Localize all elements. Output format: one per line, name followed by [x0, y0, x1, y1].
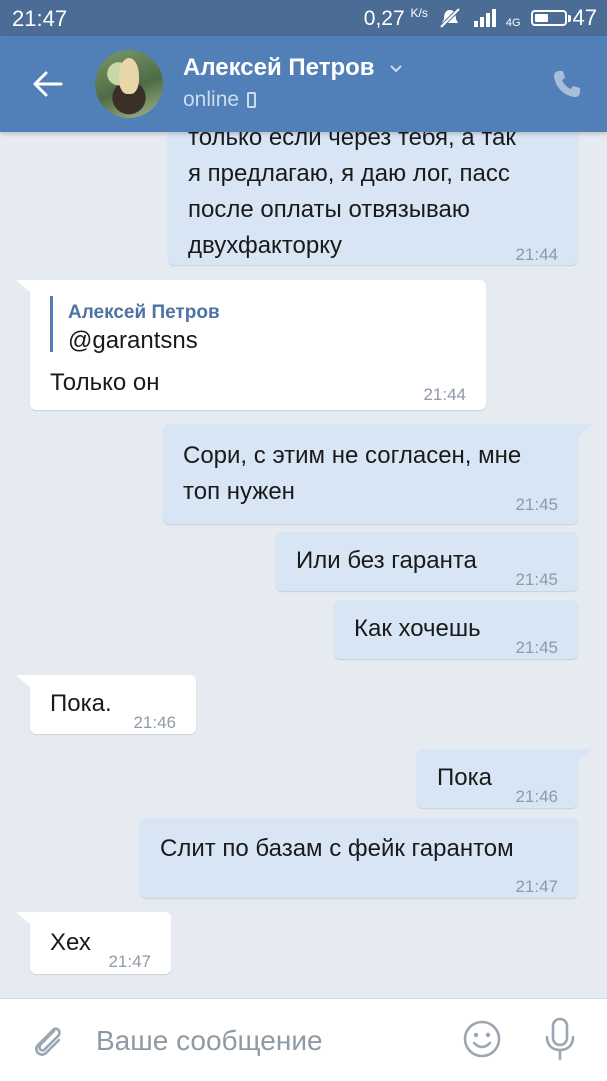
status-bar: 21:47 0,27 K/s 4G 47: [0, 0, 607, 36]
bubble-tail: [16, 675, 34, 691]
message-text: Или без гаранта: [296, 547, 477, 574]
message-outgoing[interactable]: Пока 21:46: [417, 749, 592, 808]
message-text: Хех: [50, 929, 91, 956]
chat-header: Алексей Петров online: [0, 36, 607, 132]
phone-icon[interactable]: [551, 68, 583, 100]
message-outgoing[interactable]: Или без гаранта 21:45: [276, 532, 578, 591]
message-line: топ нужен: [183, 478, 295, 505]
message-text: только если через тебя, а так я предлага…: [188, 132, 516, 264]
message-incoming[interactable]: Хех 21:47: [16, 912, 171, 974]
paperclip-icon[interactable]: [28, 1021, 68, 1061]
message-outgoing[interactable]: Слит по базам с фейк гарантом 21:47: [140, 818, 578, 898]
message-list[interactable]: только если через тебя, а так я предлага…: [0, 132, 607, 998]
online-status: online: [183, 88, 240, 111]
contact-name-button[interactable]: Алексей Петров: [183, 54, 403, 82]
avatar[interactable]: [95, 50, 163, 118]
bubble-tail: [574, 424, 592, 440]
message-time: 21:45: [515, 638, 558, 657]
quote-text[interactable]: @garantsns: [68, 324, 198, 358]
message-outgoing[interactable]: Сори, с этим не согласен, мне топ нужен …: [163, 424, 592, 524]
message-time: 21:47: [515, 877, 558, 896]
contact-status: online: [183, 88, 257, 112]
message-line: я предлагаю, я даю лог, пасс: [188, 160, 510, 187]
message-text: Как хочешь: [354, 615, 481, 642]
arrow-left-icon[interactable]: [30, 66, 66, 102]
bubble-tail: [16, 912, 34, 928]
battery-level: 47: [572, 5, 597, 30]
message-line: после оплаты отвязываю: [188, 196, 470, 223]
message-incoming[interactable]: Пока. 21:46: [16, 675, 196, 734]
mute-icon: [439, 7, 461, 29]
message-time: 21:44: [515, 245, 558, 264]
network-speed-unit: K/s: [410, 5, 428, 20]
bubble-tail: [574, 749, 592, 765]
network-speed: 0,27 K/s: [364, 6, 428, 31]
message-time: 21:45: [515, 495, 558, 514]
microphone-icon[interactable]: [540, 1017, 580, 1061]
battery-icon: [530, 10, 571, 26]
message-line: двухфакторку: [188, 232, 343, 259]
quote-bar: [50, 296, 53, 352]
network-speed-value: 0,27: [363, 6, 405, 30]
chevron-down-icon: [390, 64, 402, 73]
mobile-phone-icon: [247, 92, 257, 108]
battery-indicator: 47: [530, 5, 597, 31]
network-type-label: 4G: [505, 17, 521, 29]
contact-name: Алексей Петров: [183, 54, 375, 81]
message-time: 21:47: [108, 952, 151, 971]
battery-fill: [534, 14, 548, 22]
message-time: 21:46: [133, 713, 176, 732]
smile-icon[interactable]: [462, 1019, 502, 1059]
message-composer: [0, 998, 607, 1081]
message-time: 21:44: [423, 385, 466, 404]
message-text: Только он: [50, 369, 160, 396]
status-indicators: 0,27 K/s 4G 47: [364, 5, 597, 31]
message-input[interactable]: [96, 1021, 436, 1061]
message-line: Сори, с этим не согласен, мне: [183, 442, 522, 469]
message-text: Сори, с этим не согласен, мне топ нужен: [183, 438, 521, 510]
message-incoming[interactable]: Алексей Петров @garantsns Только он 21:4…: [16, 280, 486, 410]
message-time: 21:45: [515, 570, 558, 589]
message-outgoing[interactable]: Как хочешь 21:45: [334, 600, 578, 659]
status-time: 21:47: [12, 6, 68, 31]
message-time: 21:46: [515, 787, 558, 806]
message-text: Слит по базам с фейк гарантом: [160, 835, 514, 862]
message-line: только если через тебя, а так: [188, 132, 516, 151]
message-outgoing[interactable]: только если через тебя, а так я предлага…: [168, 132, 578, 265]
message-text: Пока.: [50, 690, 112, 717]
bubble-tail: [16, 280, 34, 296]
message-text: Пока: [437, 764, 492, 791]
